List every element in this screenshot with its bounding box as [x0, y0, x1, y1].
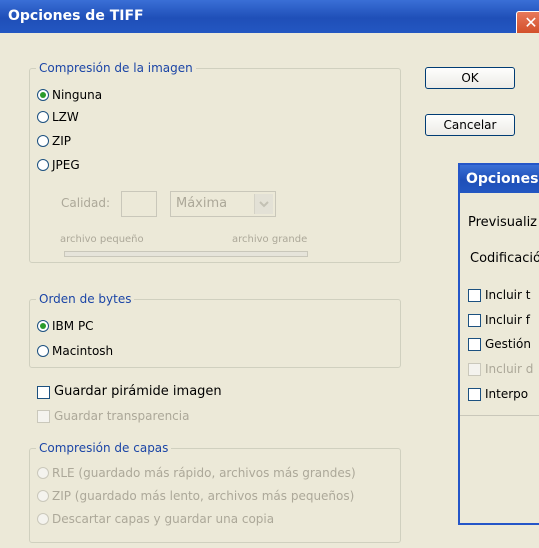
cancel-button[interactable]: Cancelar — [425, 114, 515, 136]
radio-label: RLE (guardado más rápido, archivos más g… — [52, 466, 356, 480]
radio-label: Descartar capas y guardar una copia — [52, 512, 275, 526]
close-icon: ✕ — [524, 13, 538, 32]
radio-label: Ninguna — [52, 88, 103, 102]
radio-label: LZW — [52, 110, 79, 124]
quality-preset-value: Máxima — [176, 196, 228, 211]
checkbox-save-pyramid[interactable]: Guardar pirámide imagen — [37, 383, 222, 401]
background-title-bar: Opciones — [460, 165, 539, 193]
radio-icon — [37, 135, 49, 147]
radio-icon — [37, 490, 49, 502]
radio-icon — [37, 513, 49, 525]
background-window-title: Opciones — [466, 171, 539, 187]
checkbox-label: Incluir t — [485, 288, 531, 302]
large-file-label: archivo grande — [232, 234, 308, 245]
radio-selected-icon — [37, 89, 49, 101]
byte-order-legend: Orden de bytes — [39, 292, 132, 306]
dialog-body: Compresión de la imagen Ninguna LZW ZIP … — [0, 33, 539, 548]
radio-label: IBM PC — [52, 319, 94, 333]
radio-icon — [37, 111, 49, 123]
background-checkbox-1[interactable]: Incluir t — [468, 286, 530, 304]
radio-icon — [37, 159, 49, 171]
radio-label: ZIP — [52, 134, 71, 148]
layer-compression-legend: Compresión de capas — [39, 441, 169, 455]
checkbox-label: Guardar pirámide imagen — [54, 384, 222, 399]
radio-icon — [37, 345, 49, 357]
quality-input[interactable] — [121, 191, 157, 217]
quality-label: Calidad: — [61, 196, 111, 210]
checkbox-label: Incluir d — [485, 362, 534, 376]
title-bar: Opciones de TIFF ✕ — [0, 0, 539, 37]
window-title: Opciones de TIFF — [8, 8, 144, 24]
checkbox-icon — [37, 409, 50, 423]
radio-label: ZIP (guardado más lento, archivos más pe… — [52, 489, 355, 503]
background-checkbox-2[interactable]: Incluir f — [468, 311, 530, 329]
radio-layer-rle[interactable]: RLE (guardado más rápido, archivos más g… — [37, 464, 356, 482]
background-checkbox-4[interactable]: Incluir d — [468, 360, 533, 378]
checkbox-icon — [468, 387, 481, 401]
checkbox-icon — [468, 337, 481, 351]
radio-layer-zip[interactable]: ZIP (guardado más lento, archivos más pe… — [37, 487, 354, 505]
quality-slider-track[interactable] — [64, 251, 308, 257]
checkbox-label: Gestión — [485, 337, 531, 351]
radio-byte-order-macintosh[interactable]: Macintosh — [37, 342, 113, 360]
checkbox-save-transparency[interactable]: Guardar transparencia — [37, 407, 189, 425]
chevron-down-icon — [254, 194, 273, 214]
background-checkbox-5[interactable]: Interpo — [468, 385, 528, 403]
radio-byte-order-ibm-pc[interactable]: IBM PC — [37, 317, 94, 335]
radio-compression-zip[interactable]: ZIP — [37, 132, 71, 150]
radio-layer-discard[interactable]: Descartar capas y guardar una copia — [37, 510, 274, 528]
radio-icon — [37, 467, 49, 479]
background-checkbox-3[interactable]: Gestión — [468, 335, 531, 353]
background-group-frame — [460, 415, 539, 416]
checkbox-icon — [468, 362, 481, 376]
small-file-label: archivo pequeño — [60, 234, 144, 245]
radio-compression-jpeg[interactable]: JPEG — [37, 156, 80, 174]
radio-label: JPEG — [52, 158, 80, 172]
radio-compression-none[interactable]: Ninguna — [37, 86, 102, 104]
checkbox-label: Interpo — [485, 387, 529, 401]
ok-button[interactable]: OK — [425, 67, 515, 89]
radio-compression-lzw[interactable]: LZW — [37, 108, 79, 126]
image-compression-legend: Compresión de la imagen — [39, 61, 193, 75]
background-encoding-label: Codificació — [470, 251, 539, 266]
background-preview-label: Previsualiz — [468, 215, 537, 230]
checkbox-icon — [468, 288, 481, 302]
checkbox-label: Incluir f — [485, 313, 530, 327]
checkbox-label: Guardar transparencia — [54, 409, 190, 423]
radio-label: Macintosh — [52, 344, 114, 358]
background-options-window: Opciones Previsualiz Codificació Incluir… — [458, 163, 539, 525]
radio-selected-icon — [37, 320, 49, 332]
checkbox-icon — [468, 313, 481, 327]
checkbox-icon — [37, 385, 50, 399]
quality-preset-select[interactable]: Máxima — [170, 191, 276, 217]
